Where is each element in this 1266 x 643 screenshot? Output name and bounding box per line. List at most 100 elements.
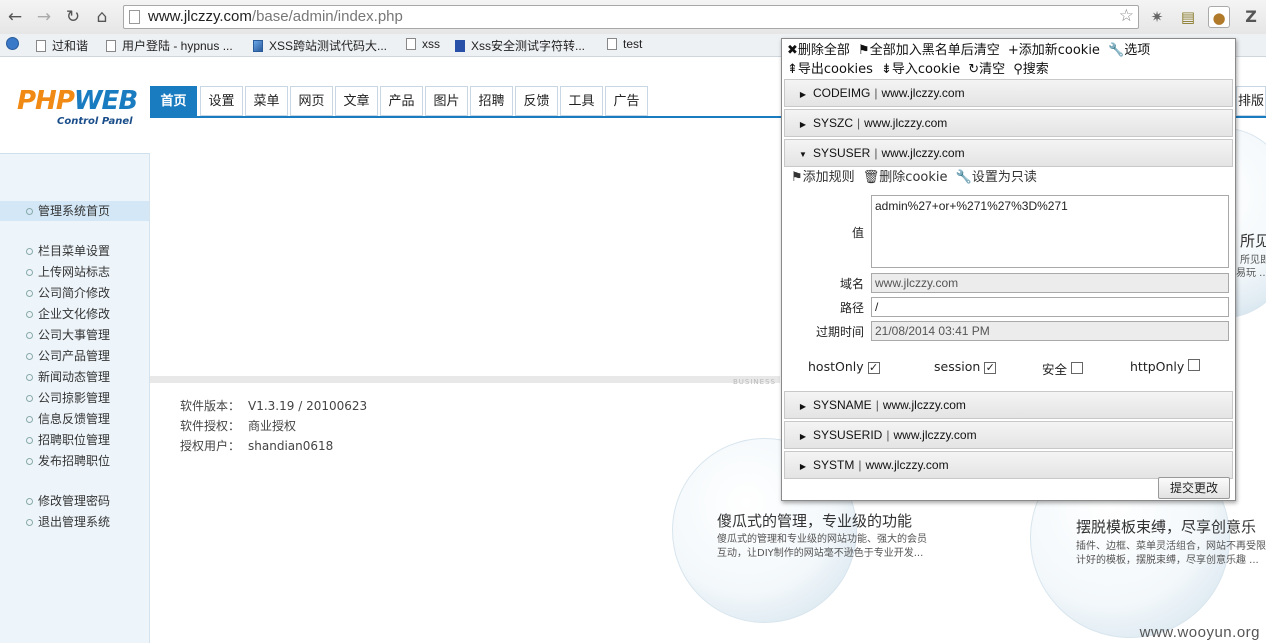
- cookie-row[interactable]: ▶ CODEIMG | www.jlczzy.com: [784, 79, 1233, 107]
- path-label: 路径: [839, 301, 864, 315]
- cookie-row[interactable]: ▶ SYSNAME | www.jlczzy.com: [784, 391, 1233, 419]
- sidebar-item[interactable]: 发布招聘职位: [0, 451, 149, 471]
- sidebar-item[interactable]: 信息反馈管理: [0, 409, 149, 429]
- tab-menu[interactable]: 菜单: [245, 86, 288, 116]
- tab-home[interactable]: 首页: [150, 86, 197, 116]
- sidebar-item[interactable]: 招聘职位管理: [0, 430, 149, 450]
- import-cookie-button[interactable]: ⇟导入cookie: [881, 62, 960, 77]
- cookie-name: SYSTM: [813, 458, 855, 472]
- secure-checkbox[interactable]: [1071, 362, 1084, 374]
- session-checkbox[interactable]: ✓: [984, 362, 997, 374]
- banner-text: 插件、边框、菜单灵活组合，网站不再受限: [1076, 541, 1266, 552]
- cookie-extension-icon[interactable]: ●: [1208, 6, 1230, 28]
- export-cookies-button[interactable]: ⇞导出cookies: [787, 62, 873, 77]
- hostonly-checkbox[interactable]: ✓: [867, 362, 880, 374]
- tab-settings[interactable]: 设置: [200, 86, 243, 116]
- set-readonly-button[interactable]: 🔧设置为只读: [956, 170, 1037, 185]
- sidebar-item-home[interactable]: 管理系统首页: [0, 201, 149, 221]
- bookmark-item[interactable]: XSS跨站测试代码大...: [253, 37, 387, 54]
- logo-subtitle: Control Panel: [57, 116, 133, 127]
- bookmark-item[interactable]: 用户登陆 - hypnus ...: [106, 37, 233, 54]
- cookie-domain: www.jlczzy.com: [881, 146, 965, 160]
- bookmark-item[interactable]: xss: [406, 37, 440, 51]
- extension-notes-icon[interactable]: ▤: [1177, 6, 1199, 28]
- cookie-actions: ⚑添加规则 🗑删除cookie 🔧设置为只读: [791, 169, 1041, 187]
- tab-ads[interactable]: 广告: [605, 86, 648, 116]
- logo-text-right: WEB: [73, 86, 138, 116]
- tab-products[interactable]: 产品: [380, 86, 423, 116]
- banner-title: 所见: [1240, 232, 1266, 250]
- tab-pictures[interactable]: 图片: [425, 86, 468, 116]
- cookie-row-expanded[interactable]: ▼ SYSUSER | www.jlczzy.com: [784, 139, 1233, 167]
- sidebar-item[interactable]: 公司掠影管理: [0, 388, 149, 408]
- sidebar-item[interactable]: 公司产品管理: [0, 346, 149, 366]
- delete-cookie-button[interactable]: 🗑删除cookie: [863, 170, 948, 185]
- cookie-domain: www.jlczzy.com: [864, 116, 948, 130]
- httponly-flag[interactable]: httpOnly: [1130, 359, 1201, 374]
- bookmark-item[interactable]: 过和谐: [36, 37, 88, 54]
- cookie-value-field[interactable]: admin%27+or+%271%27%3D%271: [871, 195, 1229, 268]
- sidebar-item[interactable]: 公司大事管理: [0, 325, 149, 345]
- tab-tools[interactable]: 工具: [560, 86, 603, 116]
- apps-icon[interactable]: [6, 37, 25, 51]
- expand-arrow-icon: ▶: [799, 90, 807, 99]
- business-label: BUSINESS: [733, 378, 776, 386]
- banner-text: 计好的模板，摆脱束缚，尽享创意乐趣 ...: [1076, 555, 1259, 566]
- sidebar-item[interactable]: 新闻动态管理: [0, 367, 149, 387]
- expand-arrow-icon: ▶: [799, 120, 807, 129]
- options-button[interactable]: 🔧选项: [1108, 43, 1150, 58]
- bookmark-item[interactable]: test: [607, 37, 642, 51]
- cookie-row[interactable]: ▶ SYSUSERID | www.jlczzy.com: [784, 421, 1233, 449]
- session-flag[interactable]: session ✓: [934, 359, 997, 374]
- url-text[interactable]: www.jlczzy.com/base/admin/index.php: [148, 8, 403, 25]
- blacklist-all-button[interactable]: ⚑全部加入黑名单后清空: [858, 43, 1000, 58]
- cookie-name: SYSUSER: [813, 146, 871, 160]
- collapse-arrow-icon: ▼: [799, 150, 807, 159]
- extension-bug-icon[interactable]: ✷: [1146, 6, 1168, 28]
- cookie-domain: www.jlczzy.com: [881, 86, 965, 100]
- domain-label: 域名: [839, 277, 864, 291]
- add-rule-button[interactable]: ⚑添加规则: [791, 170, 855, 185]
- cookie-domain: www.jlczzy.com: [865, 458, 949, 472]
- tab-feedback[interactable]: 反馈: [515, 86, 558, 116]
- clear-button[interactable]: ↻清空: [968, 62, 1005, 77]
- address-bar[interactable]: www.jlczzy.com/base/admin/index.php ☆: [123, 5, 1139, 29]
- search-button[interactable]: ⚲搜索: [1013, 62, 1049, 77]
- submit-changes-button[interactable]: 提交更改: [1158, 477, 1230, 499]
- sidebar-item[interactable]: 公司简介修改: [0, 283, 149, 303]
- sidebar-item[interactable]: 栏目菜单设置: [0, 241, 149, 261]
- reload-icon[interactable]: ↻: [62, 6, 84, 28]
- page-icon: [106, 40, 116, 52]
- url-host: www.jlczzy.com: [148, 8, 252, 25]
- cookie-name: SYSZC: [813, 116, 854, 130]
- back-icon[interactable]: ←: [4, 6, 26, 28]
- sidebar-item[interactable]: 企业文化修改: [0, 304, 149, 324]
- user-value: shandian0618: [248, 439, 334, 453]
- tab-articles[interactable]: 文章: [335, 86, 378, 116]
- page-icon: [36, 40, 46, 52]
- sidebar-item-change-password[interactable]: 修改管理密码: [0, 491, 149, 511]
- logo-text-left: PHP: [17, 86, 75, 116]
- sidebar-item[interactable]: 上传网站标志: [0, 262, 149, 282]
- cookie-row[interactable]: ▶ SYSZC | www.jlczzy.com: [784, 109, 1233, 137]
- cookie-expires-field: 21/08/2014 03:41 PM: [871, 321, 1229, 341]
- hostonly-flag[interactable]: hostOnly ✓: [808, 359, 880, 374]
- cookie-row[interactable]: ▶ SYSTM | www.jlczzy.com: [784, 451, 1233, 479]
- secure-flag[interactable]: 安全: [1042, 359, 1084, 378]
- cookie-path-field[interactable]: /: [871, 297, 1229, 317]
- delete-all-button[interactable]: ✖删除全部: [787, 43, 850, 58]
- sidebar-item-logout[interactable]: 退出管理系统: [0, 512, 149, 532]
- home-icon[interactable]: ⌂: [91, 6, 113, 28]
- bookmark-star-icon[interactable]: ☆: [1119, 6, 1134, 26]
- add-cookie-button[interactable]: +添加新cookie: [1008, 43, 1100, 58]
- forward-icon[interactable]: →: [33, 6, 55, 28]
- httponly-checkbox[interactable]: [1188, 359, 1201, 371]
- bookmark-item[interactable]: Xss安全测试字符转...: [455, 37, 585, 54]
- browser-toolbar: ← → ↻ ⌂ www.jlczzy.com/base/admin/index.…: [0, 0, 1266, 34]
- tab-pages[interactable]: 网页: [290, 86, 333, 116]
- tab-layout[interactable]: 排版: [1236, 86, 1266, 116]
- menu-z-icon[interactable]: Z: [1240, 6, 1262, 28]
- banner-text: 易玩 ...: [1236, 268, 1266, 279]
- sidebar: 管理系统首页 栏目菜单设置 上传网站标志 公司简介修改 企业文化修改 公司大事管…: [0, 153, 150, 643]
- tab-jobs[interactable]: 招聘: [470, 86, 513, 116]
